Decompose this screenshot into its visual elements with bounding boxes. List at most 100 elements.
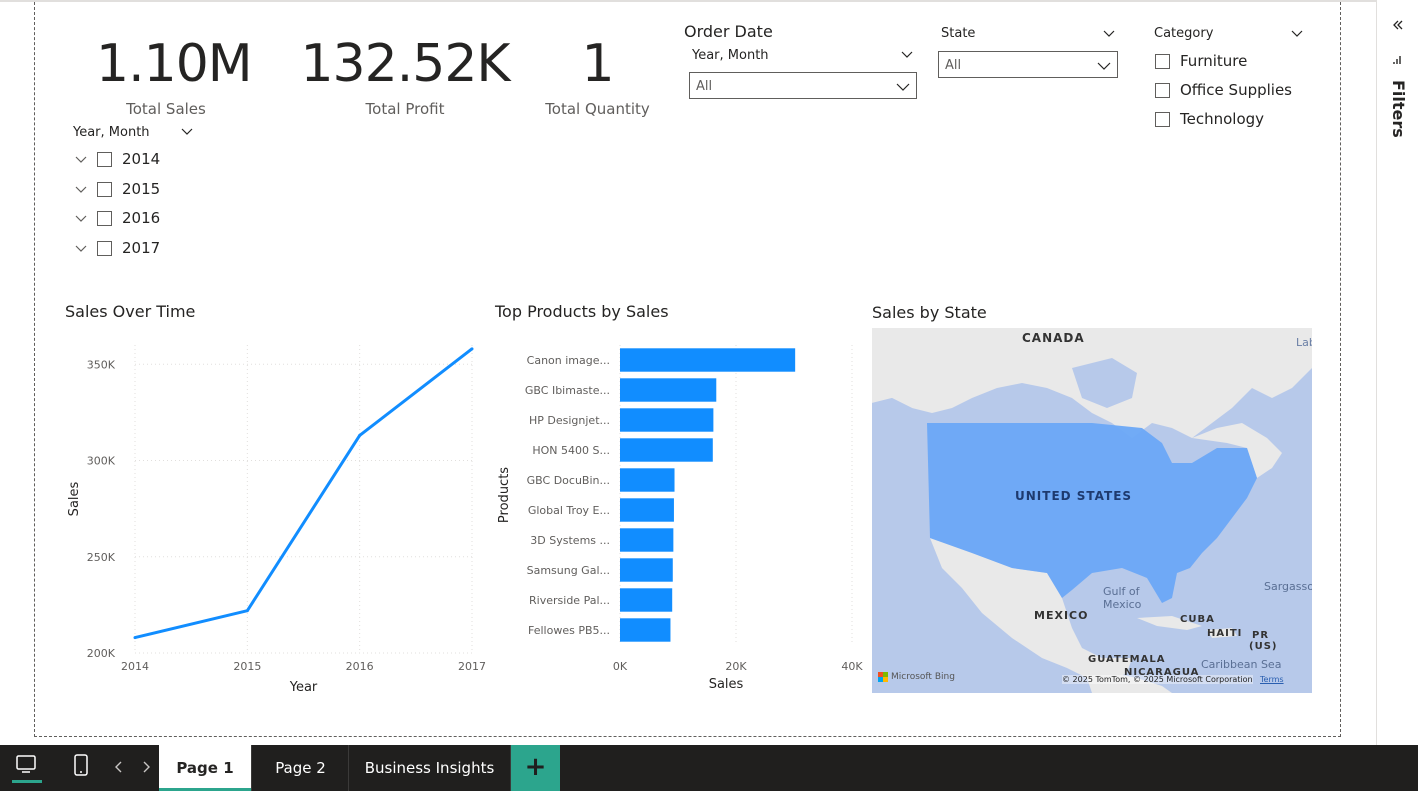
map-canvas [872, 328, 1312, 693]
chevron-down-icon[interactable] [1290, 26, 1304, 40]
tree-item-label: 2016 [122, 209, 161, 227]
kpi-value: 1.10M [96, 34, 253, 94]
category-item-label: Technology [1180, 110, 1265, 128]
bar [620, 558, 673, 582]
category-label: GBC Ibimaste... [525, 384, 610, 397]
y-axis-title: Sales [67, 481, 82, 516]
tab-page-2[interactable]: Page 2 [253, 745, 349, 791]
kpi-total-profit[interactable]: 132.52K Total Profit [300, 38, 510, 118]
map-label-caribbean: Caribbean Sea [1201, 658, 1282, 671]
desktop-layout-underline [12, 780, 42, 783]
add-page-button[interactable]: + [511, 745, 560, 791]
y-tick-label: 350K [87, 358, 116, 371]
next-page-icon[interactable] [141, 760, 151, 774]
sales-by-state-map[interactable]: CANADA Lab UNITED STATES Gulf of Mexico … [872, 328, 1312, 693]
data-point [358, 433, 362, 437]
y-axis-title: Products [497, 467, 512, 523]
state-dropdown[interactable]: All [938, 51, 1118, 78]
tab-page-1[interactable]: Page 1 [159, 745, 252, 791]
bar [620, 348, 796, 372]
category-item-label: Office Supplies [1180, 81, 1293, 99]
category-item-furniture[interactable]: Furniture [1155, 52, 1247, 70]
bar [620, 468, 675, 492]
bar [620, 588, 673, 612]
chevron-down-icon[interactable] [180, 124, 194, 138]
bar [620, 618, 671, 642]
category-label: Riverside Pal... [529, 594, 610, 607]
bar-chart-title: Top Products by Sales [495, 302, 669, 321]
line-chart[interactable]: 200K 250K 300K 350K 2014 2015 2016 2017 Year Sale… [60, 330, 490, 700]
checkbox[interactable] [97, 240, 112, 256]
bing-logo: Microsoft Bing [878, 672, 955, 682]
category-item-office-supplies[interactable]: Office Supplies [1155, 81, 1292, 99]
bar [620, 378, 717, 402]
filter-icon [1393, 56, 1401, 64]
category-label: GBC DocuBin... [527, 474, 610, 487]
category-label: HP Designjet... [529, 414, 610, 427]
map-label-canada: CANADA [1022, 331, 1085, 345]
map-label-cuba: CUBA [1180, 614, 1215, 625]
category-label: Fellowes PB5... [528, 624, 610, 637]
category-item-technology[interactable]: Technology [1155, 110, 1264, 128]
tab-business-insights[interactable]: Business Insights [349, 745, 511, 791]
map-label-pr-2: (US) [1249, 641, 1278, 652]
checkbox[interactable] [97, 151, 112, 167]
chevron-down-icon[interactable] [1102, 26, 1116, 40]
order-date-slicer-title: Order Date [684, 22, 773, 41]
kpi-label: Total Profit [365, 100, 445, 118]
map-label-gulf: Gulf of [1103, 585, 1140, 598]
x-tick-label: 20K [725, 660, 747, 673]
checkbox[interactable] [97, 210, 112, 226]
checkbox[interactable] [1155, 53, 1170, 69]
tree-item[interactable]: 2014 [75, 150, 160, 168]
order-date-dropdown[interactable]: All [689, 72, 917, 99]
collapse-chevron-icon[interactable] [1391, 18, 1405, 32]
filters-label: Filters [1389, 80, 1408, 138]
category-slicer-title: Category [1154, 26, 1214, 41]
chevron-down-icon[interactable] [75, 212, 87, 224]
chevron-down-icon[interactable] [900, 47, 914, 61]
kpi-total-sales[interactable]: 1.10M Total Sales [96, 34, 253, 118]
bar-chart[interactable]: 0K 20K 40K Canon image... GBC Ibimaste... HP … [490, 330, 870, 700]
order-date-slicer-subtitle: Year, Month [692, 48, 769, 63]
chevron-down-icon[interactable] [75, 183, 87, 195]
bar [620, 408, 714, 432]
filters-pane[interactable]: Filters [1376, 0, 1418, 745]
mobile-layout-icon[interactable] [72, 753, 90, 779]
x-tick-label: 0K [613, 660, 628, 673]
prev-page-icon[interactable] [114, 760, 124, 774]
map-label-mexico: MEXICO [1034, 609, 1089, 622]
category-label: Global Troy E... [528, 504, 610, 517]
category-label: HON 5400 S... [532, 444, 610, 457]
map-label-lab: Lab [1296, 336, 1312, 349]
chevron-down-icon[interactable] [75, 153, 87, 165]
x-tick-label: 2015 [233, 660, 261, 673]
dropdown-value: All [945, 58, 962, 73]
desktop-layout-icon[interactable] [14, 754, 40, 776]
x-axis-title: Year [289, 680, 318, 695]
x-axis-title: Sales [709, 677, 744, 692]
map-label-pr: PR [1252, 630, 1270, 641]
category-item-label: Furniture [1180, 52, 1248, 70]
kpi-label: Total Quantity [545, 100, 650, 118]
chevron-down-icon [896, 83, 910, 91]
chevron-down-icon[interactable] [75, 242, 87, 254]
data-point [133, 636, 137, 640]
tree-item[interactable]: 2015 [75, 180, 160, 198]
bing-label: Microsoft Bing [891, 672, 955, 682]
map-label-sargasso: Sargasso [1264, 580, 1312, 593]
category-label: 3D Systems ... [530, 534, 610, 547]
kpi-total-quantity[interactable]: 1 Total Quantity [540, 38, 655, 118]
checkbox[interactable] [1155, 111, 1170, 127]
tree-item-label: 2015 [122, 180, 161, 198]
category-label: Canon image... [527, 354, 610, 367]
y-tick-label: 250K [87, 551, 116, 564]
tree-item-label: 2017 [122, 239, 161, 257]
checkbox[interactable] [1155, 82, 1170, 98]
checkbox[interactable] [97, 181, 112, 197]
map-terms-link[interactable]: Terms [1260, 675, 1284, 684]
map-title: Sales by State [872, 303, 987, 322]
tree-item[interactable]: 2016 [75, 209, 160, 227]
kpi-value: 132.52K [300, 34, 510, 94]
tree-item[interactable]: 2017 [75, 239, 160, 257]
